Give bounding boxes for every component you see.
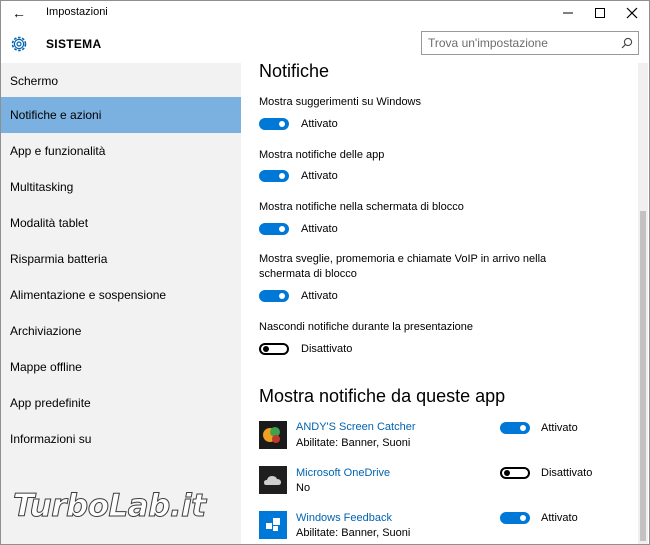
- toggle-state-presentazione: Disattivato: [301, 343, 353, 355]
- option-label-suggerimenti: Mostra suggerimenti su Windows: [259, 96, 422, 108]
- close-button[interactable]: [616, 1, 648, 25]
- maximize-button[interactable]: [584, 1, 616, 25]
- option-label-sveglie-voip: Mostra sveglie, promemoria e chiamate Vo…: [259, 253, 547, 280]
- toggle-knob: [504, 470, 510, 476]
- option-label-presentazione: Nascondi notifiche durante la presentazi…: [259, 321, 474, 333]
- toggle-suggerimenti[interactable]: [259, 118, 289, 130]
- sidebar-item-notifiche-e-azioni[interactable]: Notifiche e azioni: [1, 97, 241, 133]
- sidebar-item-archiviazione[interactable]: Archiviazione: [1, 313, 241, 349]
- sidebar-item-mappe-offline[interactable]: Mappe offline: [1, 349, 241, 385]
- sidebar-item-app-predefinite[interactable]: App predefinite: [1, 385, 241, 421]
- toggle-schermata-blocco[interactable]: [259, 223, 289, 235]
- toggle-state-app-screen-catcher: Attivato: [541, 422, 578, 434]
- toggle-state-app-windows-feedback: Attivato: [541, 512, 578, 524]
- section-title: SISTEMA: [46, 37, 102, 51]
- sidebar-item-app-e-funzionalita[interactable]: App e funzionalità: [1, 133, 241, 169]
- gear-icon: [11, 36, 27, 52]
- minimize-button[interactable]: [552, 1, 584, 25]
- search-box[interactable]: [421, 31, 639, 55]
- scrollbar-thumb[interactable]: [640, 211, 646, 541]
- screen-catcher-app-icon: [259, 421, 287, 449]
- settings-header: SISTEMA: [1, 25, 649, 63]
- toggle-knob: [520, 425, 526, 431]
- app-status-windows-feedback: Abilitate: Banner, Suoni: [296, 527, 411, 539]
- toggle-app-windows-feedback[interactable]: [500, 512, 530, 524]
- turbolab-watermark: TurboLab.it: [13, 488, 207, 525]
- toggle-state-notifiche-app: Attivato: [301, 170, 338, 182]
- toggle-state-app-onedrive: Disattivato: [541, 467, 593, 479]
- title-bar: ← Impostazioni: [1, 1, 649, 25]
- toggle-state-suggerimenti: Attivato: [301, 118, 338, 130]
- app-status-screen-catcher: Abilitate: Banner, Suoni: [296, 437, 411, 449]
- windows-feedback-app-icon: [259, 511, 287, 539]
- sidebar-item-informazioni-su[interactable]: Informazioni su: [1, 421, 241, 457]
- toggle-knob: [279, 121, 285, 127]
- app-name-onedrive[interactable]: Microsoft OneDrive: [296, 467, 390, 479]
- main-content: Notifiche Mostra suggerimenti su Windows…: [242, 63, 633, 544]
- back-arrow-icon[interactable]: ←: [7, 3, 31, 23]
- toggle-presentazione[interactable]: [259, 343, 289, 355]
- toggle-state-sveglie-voip: Attivato: [301, 290, 338, 302]
- toggle-knob: [263, 346, 269, 352]
- apps-heading: Mostra notifiche da queste app: [259, 386, 506, 406]
- sidebar-item-schermo[interactable]: Schermo: [1, 63, 241, 99]
- search-input[interactable]: [428, 35, 613, 51]
- app-status-onedrive: No: [296, 482, 311, 494]
- search-icon[interactable]: [621, 37, 633, 49]
- window-title: Impostazioni: [46, 6, 108, 18]
- sidebar-item-risparmia-batteria[interactable]: Risparmia batteria: [1, 241, 241, 277]
- vertical-scrollbar[interactable]: [638, 63, 648, 544]
- toggle-app-onedrive[interactable]: [500, 467, 530, 479]
- toggle-app-screen-catcher[interactable]: [500, 422, 530, 434]
- toggle-knob: [279, 293, 285, 299]
- close-icon: [626, 7, 638, 19]
- toggle-sveglie-voip[interactable]: [259, 290, 289, 302]
- toggle-knob: [279, 173, 285, 179]
- option-label-notifiche-app: Mostra notifiche delle app: [259, 149, 385, 161]
- app-name-screen-catcher[interactable]: ANDY'S Screen Catcher: [296, 421, 415, 433]
- minimize-icon: [563, 12, 573, 14]
- option-label-schermata-blocco: Mostra notifiche nella schermata di bloc…: [259, 201, 464, 213]
- sidebar: Schermo Notifiche e azioni App e funzion…: [1, 63, 241, 544]
- toggle-knob: [279, 226, 285, 232]
- toggle-knob: [520, 515, 526, 521]
- maximize-icon: [595, 8, 605, 18]
- notifications-heading: Notifiche: [259, 63, 330, 81]
- app-name-windows-feedback[interactable]: Windows Feedback: [296, 512, 392, 524]
- sidebar-item-alimentazione[interactable]: Alimentazione e sospensione: [1, 277, 241, 313]
- toggle-notifiche-app[interactable]: [259, 170, 289, 182]
- toggle-state-schermata-blocco: Attivato: [301, 223, 338, 235]
- onedrive-app-icon: [259, 466, 287, 494]
- settings-window: ← Impostazioni SISTEMA Schermo Notifich: [0, 0, 650, 545]
- sidebar-item-multitasking[interactable]: Multitasking: [1, 169, 241, 205]
- sidebar-item-modalita-tablet[interactable]: Modalità tablet: [1, 205, 241, 241]
